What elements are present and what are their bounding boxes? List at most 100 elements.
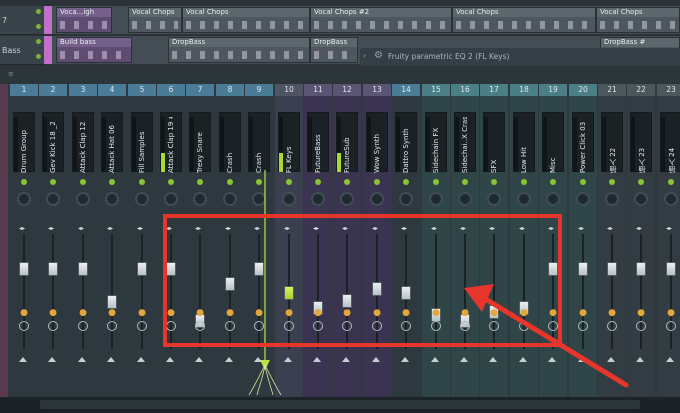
pan-knob[interactable] xyxy=(664,192,678,206)
strip-number[interactable]: 6 xyxy=(157,84,185,96)
pan-knob[interactable] xyxy=(429,192,443,206)
delay-comp-icon[interactable] xyxy=(19,321,29,331)
pan-knob[interactable] xyxy=(576,192,590,206)
fx-active-icon[interactable]: ● xyxy=(79,308,87,318)
fx-active-icon[interactable]: ● xyxy=(608,308,616,318)
clip[interactable]: Vocal Chops #2 xyxy=(310,7,452,33)
track-header-7[interactable]: 7 xyxy=(0,6,44,35)
pan-knob[interactable] xyxy=(370,192,384,206)
strip-number[interactable]: 4 xyxy=(98,84,126,96)
route-arrow-icon[interactable] xyxy=(431,357,439,362)
route-arrow-icon[interactable] xyxy=(548,357,556,362)
strip-number[interactable]: 3 xyxy=(69,84,97,96)
track-lane-7[interactable]: Voca...igh Vocal Chops Vocal Chops Vocal… xyxy=(52,6,680,34)
mute-led[interactable] xyxy=(315,179,321,185)
strip-number[interactable]: 8 xyxy=(216,84,244,96)
strip-number[interactable]: 10 xyxy=(275,84,303,96)
route-arrow-icon[interactable] xyxy=(460,357,468,362)
strip-number[interactable]: 19 xyxy=(539,84,567,96)
fx-active-icon[interactable]: ● xyxy=(637,308,645,318)
mixer-scrollbar-thumb[interactable] xyxy=(40,400,640,409)
route-arrow-icon[interactable] xyxy=(78,357,86,362)
mute-led[interactable] xyxy=(491,179,497,185)
pan-knob[interactable] xyxy=(135,192,149,206)
mixer-menu-icon[interactable]: ≡ xyxy=(8,70,14,78)
track-record-led[interactable] xyxy=(36,24,41,29)
clip[interactable]: Voca...igh xyxy=(56,7,112,33)
chevron-right-icon[interactable]: › xyxy=(363,51,366,60)
delay-comp-icon[interactable] xyxy=(78,321,88,331)
pan-knob[interactable] xyxy=(517,192,531,206)
delay-comp-icon[interactable] xyxy=(607,321,617,331)
strip-number[interactable]: 13 xyxy=(363,84,391,96)
pan-knob[interactable] xyxy=(282,192,296,206)
clip[interactable]: Vocal Chops xyxy=(596,7,680,33)
volume-fader[interactable] xyxy=(78,262,88,276)
plugin-window-tab[interactable]: › ⚙ Fruity parametric EQ 2 (FL Keys) xyxy=(360,48,680,66)
volume-fader[interactable] xyxy=(48,262,58,276)
route-arrow-icon[interactable] xyxy=(342,357,350,362)
mute-led[interactable] xyxy=(462,179,468,185)
route-arrow-icon[interactable] xyxy=(489,357,497,362)
strip-number[interactable]: 1 xyxy=(10,84,38,96)
mute-led[interactable] xyxy=(374,179,380,185)
route-arrow-icon[interactable] xyxy=(666,357,674,362)
stereo-separation-icon[interactable]: ◂▸ xyxy=(636,225,642,232)
route-arrow-icon[interactable] xyxy=(19,357,27,362)
strip-number[interactable]: 14 xyxy=(392,84,420,96)
mute-led[interactable] xyxy=(403,179,409,185)
mute-led[interactable] xyxy=(668,179,674,185)
mute-led[interactable] xyxy=(344,179,350,185)
delay-comp-icon[interactable] xyxy=(48,321,58,331)
stereo-separation-icon[interactable]: ◂▸ xyxy=(78,225,84,232)
fx-active-icon[interactable]: ● xyxy=(20,308,28,318)
mute-led[interactable] xyxy=(638,179,644,185)
strip-number[interactable]: 12 xyxy=(333,84,361,96)
volume-fader[interactable] xyxy=(137,262,147,276)
strip-number[interactable]: 15 xyxy=(422,84,450,96)
pan-knob[interactable] xyxy=(458,192,472,206)
stereo-separation-icon[interactable]: ◂▸ xyxy=(48,225,54,232)
route-arrow-icon[interactable] xyxy=(166,357,174,362)
mute-led[interactable] xyxy=(580,179,586,185)
strip-number[interactable]: 9 xyxy=(245,84,273,96)
route-arrow-icon[interactable] xyxy=(372,357,380,362)
pan-knob[interactable] xyxy=(546,192,560,206)
strip-number[interactable]: 22 xyxy=(627,84,655,96)
route-arrow-icon[interactable] xyxy=(313,357,321,362)
mute-led[interactable] xyxy=(433,179,439,185)
route-arrow-icon[interactable] xyxy=(225,357,233,362)
strip-number[interactable]: 5 xyxy=(128,84,156,96)
strip-number[interactable]: 16 xyxy=(451,84,479,96)
volume-fader[interactable] xyxy=(107,295,117,309)
volume-fader[interactable] xyxy=(607,262,617,276)
stereo-separation-icon[interactable]: ◂▸ xyxy=(607,225,613,232)
mute-led[interactable] xyxy=(80,179,86,185)
fx-active-icon[interactable]: ● xyxy=(138,308,146,318)
strip-number[interactable]: 7 xyxy=(186,84,214,96)
route-arrow-icon[interactable] xyxy=(636,357,644,362)
clip[interactable]: Vocal Chops xyxy=(128,7,182,33)
pan-knob[interactable] xyxy=(17,192,31,206)
pan-knob[interactable] xyxy=(311,192,325,206)
strip-number[interactable]: 18 xyxy=(510,84,538,96)
volume-fader[interactable] xyxy=(578,262,588,276)
route-arrow-icon[interactable] xyxy=(519,357,527,362)
route-arrow-icon[interactable] xyxy=(578,357,586,362)
stereo-separation-icon[interactable]: ◂▸ xyxy=(107,225,113,232)
mute-led[interactable] xyxy=(227,179,233,185)
stereo-separation-icon[interactable]: ◂▸ xyxy=(137,225,143,232)
pan-knob[interactable] xyxy=(223,192,237,206)
mute-led[interactable] xyxy=(609,179,615,185)
mute-led[interactable] xyxy=(286,179,292,185)
track-header-bass[interactable]: Bass xyxy=(0,36,44,65)
pan-knob[interactable] xyxy=(487,192,501,206)
clip[interactable]: Vocal Chops xyxy=(452,7,596,33)
route-arrow-icon[interactable] xyxy=(284,357,292,362)
fx-active-icon[interactable]: ● xyxy=(49,308,57,318)
mute-led[interactable] xyxy=(50,179,56,185)
mixer-strip[interactable]: 5 Fill Samples ◂▸ ● xyxy=(128,84,156,397)
mixer-strip[interactable]: 20 Power Click 03 ◂▸ ● xyxy=(569,84,597,397)
mute-led[interactable] xyxy=(168,179,174,185)
strip-number[interactable]: 17 xyxy=(480,84,508,96)
